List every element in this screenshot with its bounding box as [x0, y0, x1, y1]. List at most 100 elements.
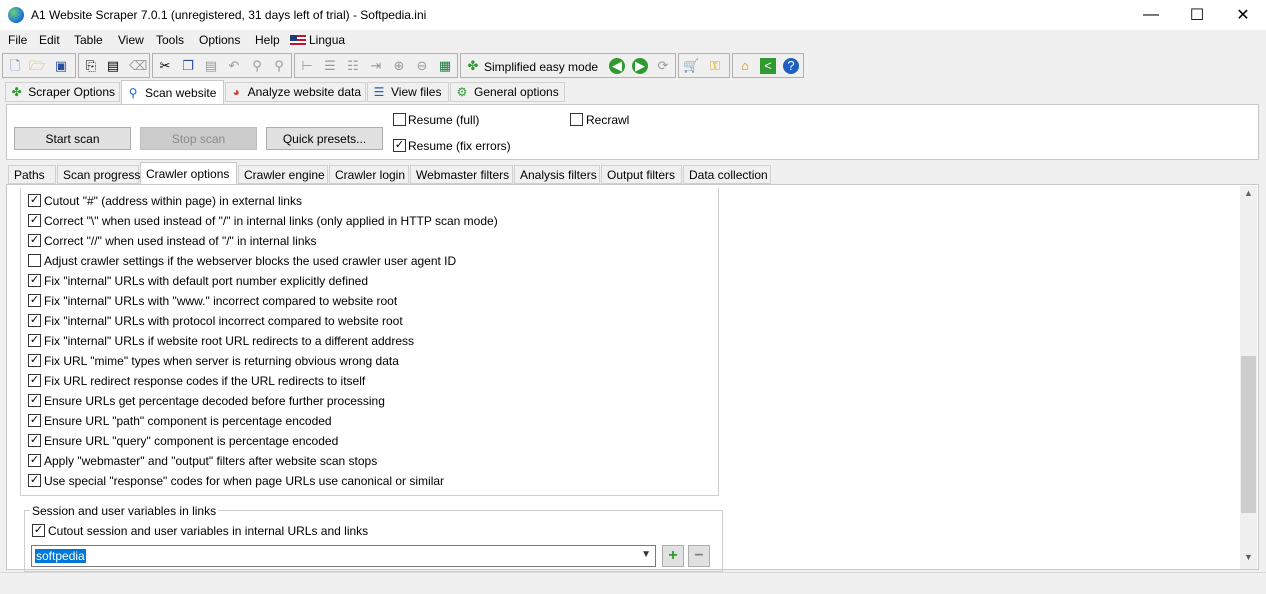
start-scan-button[interactable]: Start scan	[14, 127, 131, 150]
option-checkbox[interactable]: ✓	[28, 394, 41, 407]
option-checkbox[interactable]: ✓	[28, 274, 41, 287]
collapse-icon[interactable]: ⊖	[414, 58, 430, 74]
option-checkbox[interactable]: ✓	[28, 294, 41, 307]
quick-presets-button[interactable]: Quick presets...	[266, 127, 383, 150]
tab-scan-progress[interactable]: Scan progress	[57, 165, 140, 184]
option-checkbox[interactable]: ✓	[28, 194, 41, 207]
minimize-button[interactable]: —	[1128, 0, 1174, 30]
forward-icon[interactable]: ▶	[632, 58, 648, 74]
tab-analysis-filters[interactable]: Analysis filters	[514, 165, 600, 184]
scroll-up-arrow-icon[interactable]: ▲	[1240, 188, 1257, 204]
option-label: Adjust crawler settings if the webserver…	[44, 254, 457, 268]
easy-mode-icon[interactable]: ✤	[465, 58, 481, 74]
tab-crawler-login[interactable]: Crawler login	[329, 165, 409, 184]
option-checkbox[interactable]: ✓	[28, 374, 41, 387]
tree-icon[interactable]: ⊢	[299, 58, 315, 74]
stop-scan-button[interactable]: Stop scan	[140, 127, 257, 150]
open-folder-icon[interactable]: 🗁	[29, 58, 45, 74]
tab-general-options[interactable]: ⚙ General options	[450, 82, 565, 102]
tab-paths[interactable]: Paths	[8, 165, 56, 184]
tab-data-collection[interactable]: Data collection	[683, 165, 771, 184]
export-icon[interactable]: ⇥	[368, 58, 384, 74]
menu-file[interactable]: File	[8, 33, 27, 47]
scrollbar-thumb[interactable]	[1241, 356, 1256, 513]
option-checkbox[interactable]: ✓	[28, 454, 41, 467]
option-checkbox[interactable]: ✓	[28, 314, 41, 327]
menu-options[interactable]: Options	[199, 33, 240, 47]
menu-table[interactable]: Table	[74, 33, 103, 47]
tab-analyze-website-data[interactable]: ◕ Analyze website data	[225, 82, 366, 102]
tab-crawler-engine[interactable]: Crawler engine	[238, 165, 328, 184]
paste-project-icon[interactable]: ▤	[105, 58, 121, 74]
tab-scraper-options[interactable]: ✤ Scraper Options	[5, 82, 120, 102]
session-variables-combo[interactable]: softpedia ▼	[31, 545, 656, 567]
menu-edit[interactable]: Edit	[39, 33, 60, 47]
option-checkbox[interactable]: ✓	[28, 214, 41, 227]
save-icon[interactable]: ▣	[53, 58, 69, 74]
tab-scan-website[interactable]: ⚲ Scan website	[121, 80, 224, 104]
option-checkbox[interactable]: ✓	[28, 234, 41, 247]
resume-fix-errors-checkbox[interactable]: ✓	[393, 139, 406, 152]
menu-view[interactable]: View	[118, 33, 144, 47]
option-checkbox[interactable]: ✓	[28, 354, 41, 367]
us-flag-icon	[290, 35, 306, 46]
new-file-icon[interactable]: 🗋	[7, 58, 23, 74]
tab-output-filters[interactable]: Output filters	[601, 165, 682, 184]
cut-icon[interactable]: ✂	[157, 58, 173, 74]
paste-icon[interactable]: ▤	[203, 58, 219, 74]
home-icon[interactable]: ⌂	[737, 58, 753, 74]
tab-label: General options	[474, 85, 559, 99]
option-checkbox[interactable]	[28, 254, 41, 267]
tab-crawler-options[interactable]: Crawler options	[140, 162, 237, 184]
option-label: Ensure URL "query" component is percenta…	[44, 434, 339, 448]
refresh-icon[interactable]: ⟳	[655, 58, 671, 74]
resume-full-checkbox[interactable]	[393, 113, 406, 126]
option-label: Ensure URLs get percentage decoded befor…	[44, 394, 385, 408]
option-label: Fix "internal" URLs if website root URL …	[44, 334, 415, 348]
option-checkbox[interactable]: ✓	[28, 414, 41, 427]
share-icon[interactable]: <	[760, 58, 776, 74]
option-label: Fix URL redirect response codes if the U…	[44, 374, 366, 388]
help-icon[interactable]: ?	[783, 58, 799, 74]
expand-icon[interactable]: ⊕	[391, 58, 407, 74]
tab-webmaster-filters[interactable]: Webmaster filters	[410, 165, 513, 184]
option-label: Fix URL "mime" types when server is retu…	[44, 354, 399, 368]
erase-icon[interactable]: ⌫	[129, 58, 147, 74]
cutout-session-checkbox[interactable]: ✓	[32, 524, 45, 537]
option-checkbox[interactable]: ✓	[28, 434, 41, 447]
easy-mode-button[interactable]: Simplified easy mode	[484, 60, 598, 74]
option-checkbox[interactable]: ✓	[28, 334, 41, 347]
table-icon[interactable]: ☷	[345, 58, 361, 74]
toolbar-group-tree: ⊢ ☰ ☷ ⇥ ⊕ ⊖ ▦	[294, 53, 458, 78]
chevron-down-icon[interactable]: ▼	[641, 549, 651, 560]
window-title: A1 Website Scraper 7.0.1 (unregistered, …	[31, 8, 427, 22]
replace-icon[interactable]: ⚲	[271, 58, 287, 74]
menu-help[interactable]: Help	[255, 33, 280, 47]
option-checkbox[interactable]: ✓	[28, 474, 41, 487]
recrawl-label: Recrawl	[586, 113, 630, 127]
puzzle-icon: ✤	[11, 85, 22, 99]
remove-variable-button[interactable]: −	[688, 545, 710, 567]
search-icon[interactable]: ⚲	[249, 58, 265, 74]
add-variable-button[interactable]: +	[662, 545, 684, 567]
key-icon[interactable]: ⚿	[707, 58, 723, 74]
toolbar-group-file: 🗋 🗁 ▣	[2, 53, 76, 78]
close-button[interactable]: ✕	[1220, 0, 1266, 30]
option-label: Correct "//" when used instead of "/" in…	[44, 234, 317, 248]
list-icon[interactable]: ☰	[322, 58, 338, 74]
back-icon[interactable]: ◀	[609, 58, 625, 74]
columns-icon[interactable]: ▦	[437, 58, 453, 74]
copy-project-icon[interactable]: ⎘	[83, 58, 99, 74]
menu-tools[interactable]: Tools	[156, 33, 184, 47]
maximize-button[interactable]: ☐	[1174, 0, 1220, 30]
cart-icon[interactable]: 🛒	[683, 58, 699, 74]
copy-icon[interactable]: ❐	[180, 58, 196, 74]
cutout-session-label: Cutout session and user variables in int…	[48, 524, 369, 538]
tab-label: View files	[391, 85, 442, 99]
tab-label: Scraper Options	[28, 85, 115, 99]
recrawl-checkbox[interactable]	[570, 113, 583, 126]
menu-lingua[interactable]: Lingua	[309, 33, 345, 47]
scroll-down-arrow-icon[interactable]: ▼	[1240, 552, 1257, 568]
tab-view-files[interactable]: ☰ View files	[367, 82, 449, 102]
undo-icon[interactable]: ↶	[226, 58, 242, 74]
